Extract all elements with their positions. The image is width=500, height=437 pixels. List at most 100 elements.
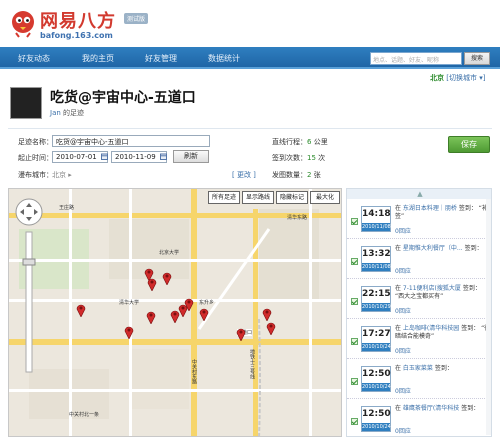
checkin-row[interactable]: 12:50 2010/10/24 在 雄鹰茶餐厅(清华科技 签到： 0回应 — [347, 401, 491, 436]
author-suffix: 的足迹 — [63, 109, 85, 117]
checkin-date: 2010/11/08 — [362, 263, 391, 271]
calendar-icon[interactable] — [160, 153, 167, 160]
map-marker-pin[interactable] — [266, 321, 276, 335]
signed-label: 签到： — [458, 205, 477, 212]
zoom-slider[interactable] — [25, 231, 33, 373]
all-tracks-button[interactable]: 所有足迹 — [208, 191, 240, 204]
save-button[interactable]: 保存 — [448, 136, 490, 153]
switch-city-link[interactable]: [切换城市 ▾] — [446, 74, 485, 82]
city-value: 北京 ▸ — [52, 171, 72, 179]
name-field[interactable]: 吃货@宇宙中心-五道口 — [52, 135, 210, 147]
map-label: 地铁十三号线 — [249, 349, 255, 379]
map-marker-pin[interactable] — [124, 325, 134, 339]
nav-item-stats[interactable]: 数据统计 — [208, 53, 240, 64]
map-marker-pin[interactable] — [184, 297, 194, 311]
zoom-handle[interactable] — [22, 258, 36, 266]
time-badge: 12:50 2010/10/24 — [361, 406, 391, 432]
replies-link[interactable]: 0回应 — [395, 386, 411, 395]
author-link[interactable]: Jan — [50, 109, 61, 117]
maximize-button[interactable]: 最大化 — [310, 191, 340, 204]
checkin-date: 2010/10/24 — [362, 423, 391, 431]
checkbox[interactable] — [351, 378, 358, 385]
logo-bird-icon — [12, 11, 34, 38]
scroll-up-arrow[interactable]: ▲ — [347, 189, 491, 199]
checkin-place[interactable]: 7-11便利店(搜狐大厦 — [403, 285, 461, 292]
author-line: Jan 的足迹 — [50, 108, 84, 118]
replies-link[interactable]: 0回应 — [395, 266, 411, 275]
search-button[interactable]: 搜索 — [464, 52, 490, 65]
checkin-text: 在 雄鹰茶餐厅(清华科技 签到： — [395, 405, 480, 412]
time-badge: 22:15 2010/10/29 — [361, 286, 391, 312]
refresh-button[interactable]: 刷新 — [173, 150, 209, 163]
checkin-time: 12:50 — [362, 409, 391, 419]
map-marker-pin[interactable] — [162, 271, 172, 285]
checkin-row[interactable]: 22:15 2010/10/29 在 7-11便利店(搜狐大厦 签到： “西大之宝都… — [347, 281, 491, 319]
checkin-time: 13:32 — [362, 249, 391, 259]
city-label: 漫布城市： — [18, 171, 53, 179]
pan-control[interactable] — [15, 198, 43, 226]
map-marker-pin[interactable] — [236, 327, 246, 341]
replies-link[interactable]: 0回应 — [395, 306, 411, 315]
distance-stat: 直线行程：6 公里 — [272, 137, 328, 147]
checkin-date: 2010/10/24 — [362, 383, 391, 391]
time-badge: 14:18 2010/11/08 — [361, 206, 391, 232]
signed-label: 签到： — [461, 405, 480, 412]
map-marker-pin[interactable] — [262, 307, 272, 321]
checkin-place[interactable]: 东湖日本料理｜朋桥 — [403, 205, 457, 212]
map-label: 王庄路 — [59, 205, 75, 211]
checkbox[interactable] — [351, 298, 358, 305]
checkin-place[interactable]: 星期惟大利餐厅（中... — [403, 245, 463, 252]
nav-item-friends-manage[interactable]: 好友管理 — [145, 53, 177, 64]
time-label: 起止时间： — [18, 154, 53, 162]
checkbox[interactable] — [351, 258, 358, 265]
checkin-text: 在 白玉家菜菜 签到： — [395, 365, 453, 372]
checkin-row[interactable]: 12:50 2010/10/24 在 白玉家菜菜 签到： 0回应 — [347, 361, 491, 399]
brand-name[interactable]: 网易八方 — [40, 7, 116, 33]
photos-unit: 张 — [313, 171, 321, 179]
map-marker-pin[interactable] — [76, 303, 86, 317]
replies-link[interactable]: 0回应 — [395, 346, 411, 355]
map-view[interactable]: 清华大学 北京大学 东升乡 五道口 清华东路 地铁十三号线 中关村东路 中关村北… — [8, 188, 342, 437]
city-selector[interactable]: 北京 [切换城市 ▾] — [430, 73, 485, 83]
city-name: 北京 — [430, 74, 444, 82]
checkin-date: 2010/10/24 — [362, 343, 391, 351]
checkin-place[interactable]: 上岛咖啡(清华科技园 — [403, 325, 459, 332]
checkin-row[interactable]: 17:27 2010/10/24 在 上岛咖啡(清华科技园 签到： “微暗结合能模奇… — [347, 321, 491, 359]
checkin-place[interactable]: 白玉家菜菜 — [403, 365, 433, 372]
checkin-date: 2010/11/08 — [362, 223, 391, 231]
signed-label: 签到： — [461, 325, 480, 332]
map-marker-pin[interactable] — [146, 310, 156, 324]
hide-markers-button[interactable]: 隐藏标记 — [276, 191, 308, 204]
show-route-button[interactable]: 显示路线 — [242, 191, 274, 204]
replies-link[interactable]: 0回应 — [395, 226, 411, 235]
replies-link[interactable]: 0回应 — [395, 426, 411, 435]
map-marker-pin[interactable] — [147, 277, 157, 291]
brand-url: bafong.163.com — [40, 31, 113, 40]
change-city-link[interactable]: [ 更改 ] — [232, 170, 256, 180]
map-marker-pin[interactable] — [199, 307, 209, 321]
scrollbar[interactable] — [486, 199, 491, 435]
checkin-place[interactable]: 雄鹰茶餐厅(清华科技 — [403, 405, 459, 412]
calendar-icon[interactable] — [101, 153, 108, 160]
checkbox[interactable] — [351, 218, 358, 225]
checkin-time: 22:15 — [362, 289, 391, 299]
map-label: 北京大学 — [159, 250, 180, 256]
checkin-panel: ▲ 14:18 2010/11/08 在 东湖日本料理｜朋桥 签到： “补签” 0回应… — [346, 188, 492, 437]
time-badge: 13:32 2010/11/08 — [361, 246, 391, 272]
signed-label: 签到： — [464, 245, 483, 252]
nav-item-friends-feed[interactable]: 好友动态 — [18, 53, 50, 64]
nav-item-my-home[interactable]: 我的主页 — [82, 53, 114, 64]
checkbox[interactable] — [351, 338, 358, 345]
distance-label: 直线行程： — [272, 138, 307, 146]
search-input[interactable]: 地点、话题、好友、昵称 — [370, 52, 462, 65]
checkin-row[interactable]: 13:32 2010/11/08 在 星期惟大利餐厅（中... 签到： 0回应 — [347, 241, 491, 279]
checkin-note: “西大之宝都买有” — [395, 293, 444, 300]
end-date-field[interactable]: 2010-11-09 — [111, 151, 167, 163]
checkbox[interactable] — [351, 418, 358, 425]
checkins-value: 15 — [307, 154, 316, 162]
checkin-text: 在 东湖日本料理｜朋桥 签到： “补签” — [395, 205, 488, 220]
checkin-row[interactable]: 14:18 2010/11/08 在 东湖日本料理｜朋桥 签到： “补签” 0回应 — [347, 201, 491, 239]
page-title: 吃货@宇宙中心-五道口 — [50, 90, 196, 106]
start-date-field[interactable]: 2010-07-01 — [52, 151, 108, 163]
signed-label: 签到： — [462, 285, 481, 292]
